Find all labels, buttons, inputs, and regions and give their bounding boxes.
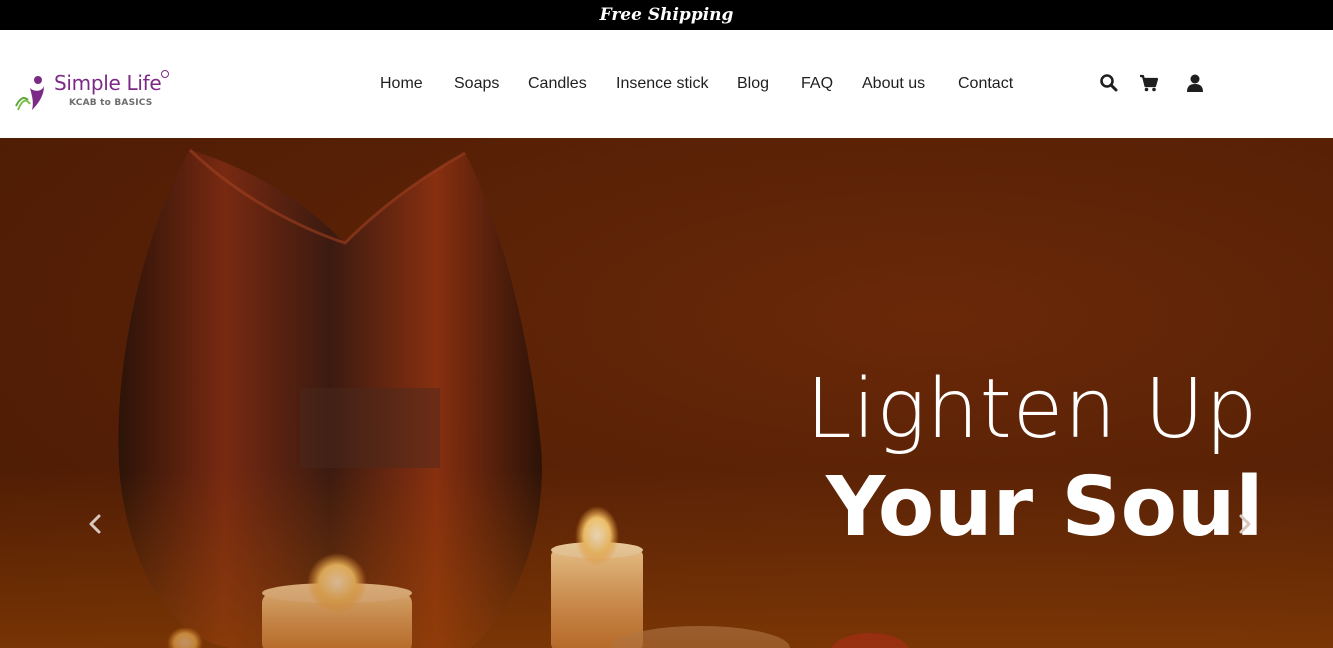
site-header: Simple Life KCAB to BASICS Home Soaps Ca… xyxy=(0,30,1333,138)
main-nav: Home Soaps Candles Insence stick Blog FA… xyxy=(0,30,1333,138)
nav-blog[interactable]: Blog xyxy=(737,74,769,94)
cart-icon[interactable] xyxy=(1139,73,1159,93)
user-icon[interactable] xyxy=(1185,73,1205,93)
announcement-text: Free Shipping xyxy=(599,5,734,25)
hero-title-line1: Lighten Up xyxy=(806,362,1259,457)
nav-soaps[interactable]: Soaps xyxy=(454,74,499,94)
chevron-right-icon[interactable] xyxy=(1232,512,1256,536)
nav-candles[interactable]: Candles xyxy=(528,74,587,94)
nav-insence-stick[interactable]: Insence stick xyxy=(616,74,708,94)
chevron-left-icon[interactable] xyxy=(84,512,108,536)
hero-carousel: Lighten Up Your Soul xyxy=(0,138,1333,648)
search-icon[interactable] xyxy=(1099,73,1119,93)
nav-about-us[interactable]: About us xyxy=(862,74,925,94)
announcement-bar: Free Shipping xyxy=(0,0,1333,30)
hero-title-line2: Your Soul xyxy=(826,460,1264,555)
nav-home[interactable]: Home xyxy=(380,74,423,94)
nav-faq[interactable]: FAQ xyxy=(801,74,833,94)
nav-contact[interactable]: Contact xyxy=(958,74,1013,94)
